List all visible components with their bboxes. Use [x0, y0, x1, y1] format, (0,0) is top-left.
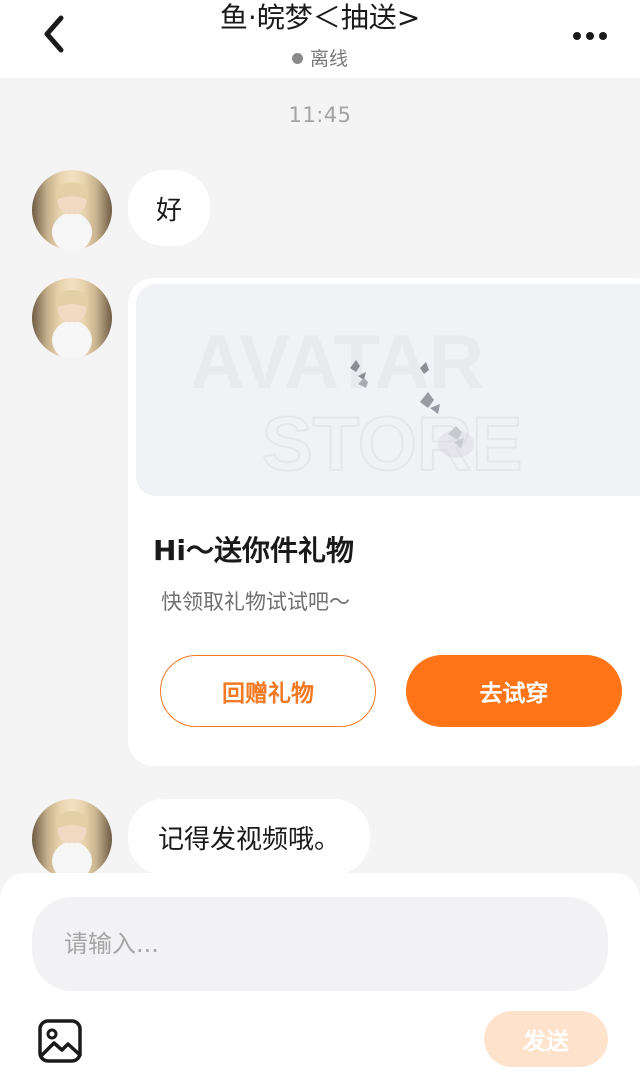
more-dot-icon — [599, 32, 607, 40]
gift-preview-image[interactable]: AVATAR STORE — [136, 284, 640, 496]
message-input[interactable] — [32, 897, 608, 991]
contact-name: 鱼·皖梦＜抽送> — [219, 1, 421, 34]
message-timestamp: 11:45 — [288, 103, 352, 127]
sender-avatar[interactable] — [32, 278, 112, 358]
status-text: 离线 — [309, 48, 348, 70]
more-options-button[interactable] — [568, 18, 612, 54]
online-status: 离线 — [0, 46, 640, 72]
sender-avatar[interactable] — [32, 799, 112, 879]
try-on-button[interactable]: 去试穿 — [406, 655, 622, 727]
message-bubble[interactable]: 记得发视频哦。 — [128, 799, 371, 875]
message-text: 记得发视频哦。 — [158, 824, 341, 855]
more-dot-icon — [586, 32, 594, 40]
message-bubble[interactable]: 好 — [128, 170, 211, 246]
avatar-portrait-icon — [52, 290, 92, 358]
chat-header: 鱼·皖梦＜抽送> 离线 — [0, 0, 640, 78]
image-picker-button[interactable] — [36, 1017, 84, 1065]
gift-card[interactable]: AVATAR STORE Hi～送你件礼物 快领取礼物试试吧～ 回赠礼物 去试穿 — [128, 278, 640, 766]
more-dot-icon — [573, 32, 581, 40]
avatar-portrait-icon — [52, 182, 92, 250]
gift-subtitle: 快领取礼物试试吧～ — [161, 590, 350, 614]
sender-avatar[interactable] — [32, 170, 112, 250]
status-dot-icon — [291, 53, 303, 64]
watermark-line-1: AVATAR — [190, 320, 484, 405]
image-icon — [38, 1019, 82, 1063]
gift-title: Hi～送你件礼物 — [153, 534, 355, 567]
message-composer: 发送 — [0, 873, 640, 1087]
watermark-line-2: STORE — [262, 402, 522, 487]
send-button[interactable]: 发送 — [484, 1011, 608, 1067]
avatar-portrait-icon — [52, 811, 92, 879]
avatar-store-watermark: AVATAR STORE — [190, 320, 523, 488]
message-text: 好 — [156, 195, 183, 226]
return-gift-button[interactable]: 回赠礼物 — [160, 655, 376, 727]
